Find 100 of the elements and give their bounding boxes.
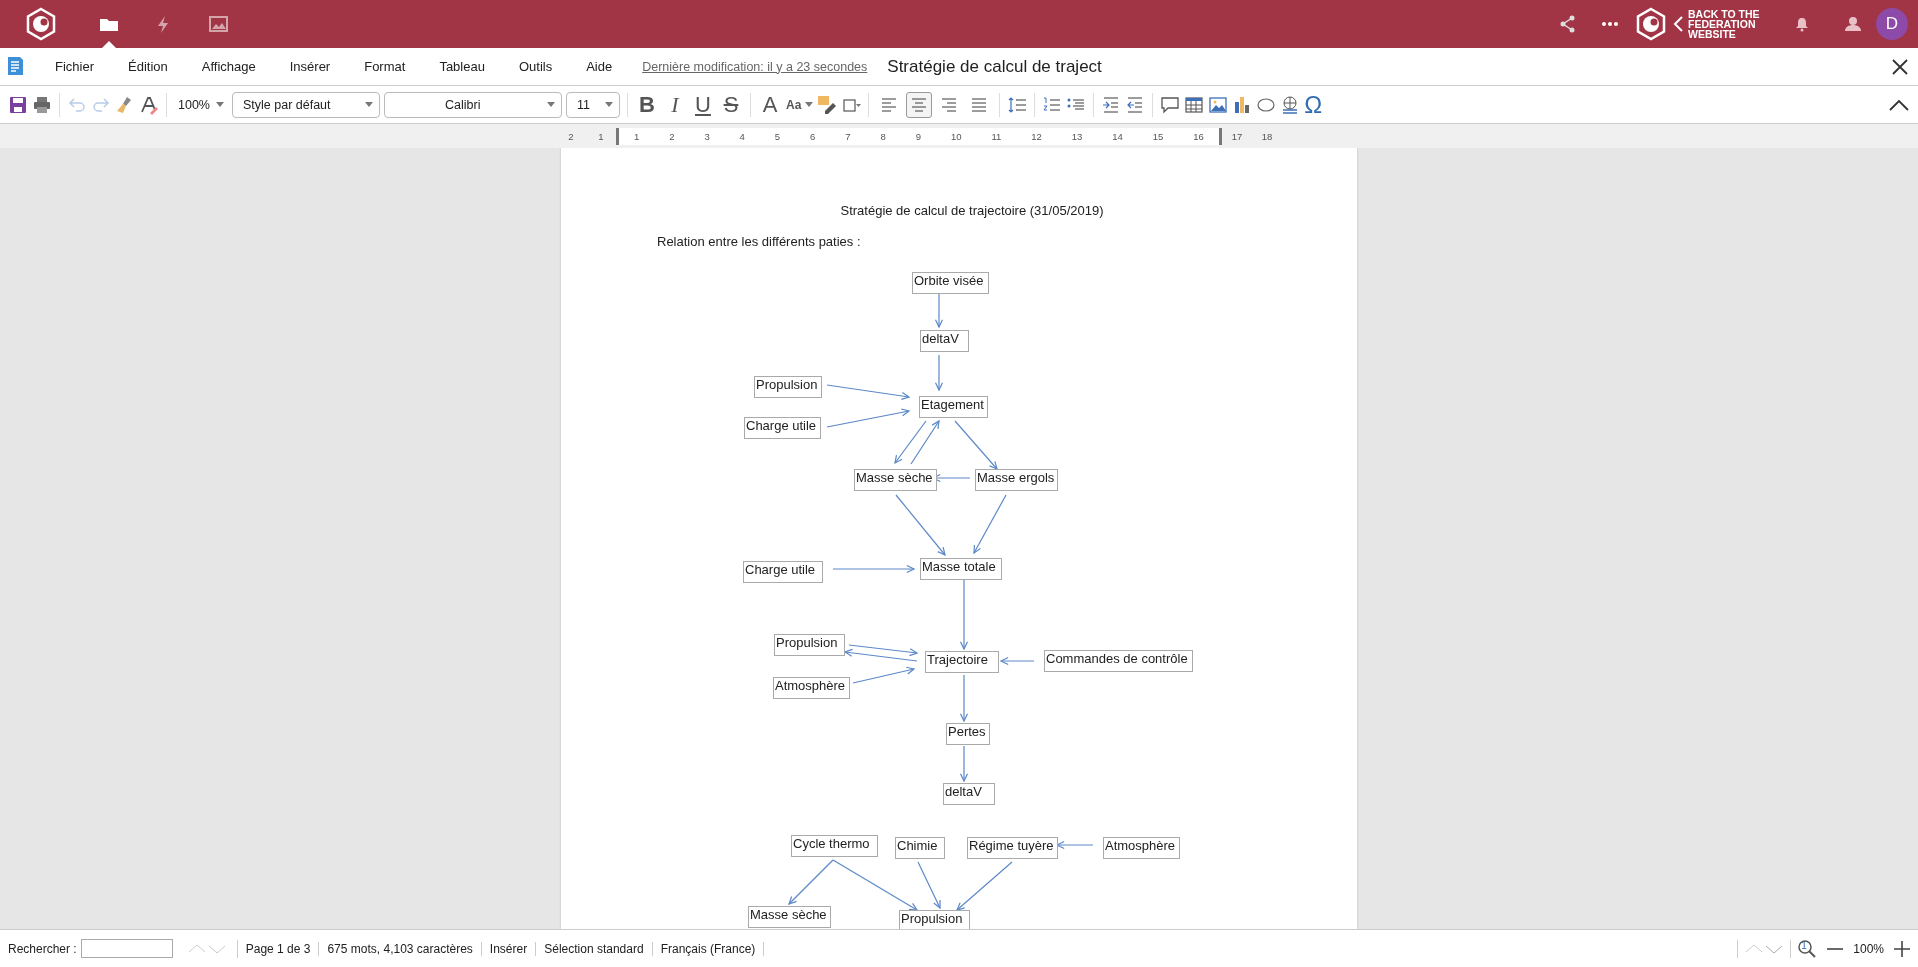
diagram-node: Cycle thermo [791, 835, 878, 857]
ruler-number: 10 [950, 130, 962, 142]
diagram-node: Propulsion [899, 910, 970, 929]
document-icon[interactable] [6, 56, 25, 77]
menu-item[interactable]: Aide [570, 59, 631, 74]
menu-item[interactable]: Insérer [273, 59, 349, 74]
connector-arrow [852, 666, 916, 684]
ruler-number: 5 [774, 130, 781, 142]
diagram-node: Commandes de contrôle [1044, 650, 1193, 672]
ruler-number: 16 [1193, 130, 1204, 142]
document-heading: Stratégie de calcul de trajectoire (31/05/2019) [839, 203, 1105, 218]
connector-arrow [954, 420, 998, 471]
ruler-number: 15 [1152, 130, 1164, 142]
diagram-node: deltaV [920, 330, 969, 352]
font-color-button[interactable]: A [758, 91, 782, 118]
hexagon-logo-icon[interactable] [24, 7, 58, 41]
ruler-number: 12 [1031, 130, 1042, 142]
change-case-button[interactable]: Aa [786, 97, 802, 112]
image-insert-icon[interactable] [1208, 94, 1229, 115]
menu-item[interactable]: Format [348, 59, 424, 74]
diagram-node: Etagement [919, 396, 988, 418]
menu-item[interactable]: Outils [502, 59, 571, 74]
ruler-number: 13 [1071, 130, 1083, 142]
connector-arrow [1055, 840, 1094, 850]
image-icon[interactable] [207, 14, 228, 34]
user-avatar[interactable]: D [1876, 8, 1908, 40]
underline-button[interactable]: U [691, 91, 715, 118]
special-character-button[interactable]: Ω [1304, 90, 1323, 119]
font-size-dropdown[interactable]: 11 [566, 91, 620, 118]
ruler-number: 3 [704, 130, 710, 142]
diagram-node: deltaV [943, 783, 995, 805]
connector-arrow [959, 579, 969, 651]
diagram-node: Masse sèche [748, 906, 831, 928]
diagram-node: Charge utile [744, 417, 821, 439]
ruler-number: 6 [810, 130, 816, 142]
ruler-number: 11 [991, 130, 1002, 142]
document-title[interactable]: Stratégie de calcul de traject [887, 56, 1102, 77]
status-item: Insérer [481, 941, 537, 956]
menu-item[interactable]: Édition [112, 59, 186, 74]
menu-item[interactable]: Affichage [185, 59, 274, 74]
strike-button[interactable]: S [719, 91, 743, 118]
status-item: Sélection standard [536, 941, 653, 956]
connector-arrow [973, 494, 1007, 555]
magnifier-icon [1797, 938, 1818, 959]
connector-arrow [959, 674, 969, 723]
zoom-fit-button[interactable]: 1 [1797, 938, 1818, 959]
zoom-dropdown[interactable]: 100% [174, 91, 228, 118]
hexagon-logo-icon[interactable] [1634, 7, 1668, 41]
diagram-node: Atmosphère [1103, 837, 1180, 859]
search-label: Rechercher : [8, 941, 77, 956]
diagram-node: Trajectoire [925, 651, 999, 673]
diagram-node: Charge utile [743, 561, 823, 583]
ruler-number: 8 [880, 130, 886, 142]
ruler-number: 2 [669, 130, 675, 142]
ruler-number: 4 [739, 130, 745, 142]
menu-item[interactable]: Tableau [423, 59, 503, 74]
federation-link[interactable]: BACK TO THE FEDERATION WEBSITE [1634, 7, 1768, 41]
table-icon[interactable] [1184, 94, 1205, 115]
status-item: Page 1 de 3 [237, 941, 320, 956]
diagram-node: Atmosphère [773, 677, 850, 699]
paragraph: Relation entre les différents paties : [657, 234, 862, 249]
clear-formatting-icon[interactable] [139, 94, 159, 115]
printer-icon[interactable] [32, 94, 52, 115]
menu-item[interactable]: Fichier [39, 59, 112, 74]
connector-arrow [955, 861, 1013, 911]
diagram-node: Propulsion [754, 376, 822, 398]
user-icon[interactable] [1842, 14, 1862, 34]
search-field[interactable] [80, 939, 173, 958]
ruler-number: 18 [1260, 130, 1274, 142]
status-item: 675 mots, 4,103 caractères [319, 941, 482, 956]
diagram-node: Pertes [946, 723, 990, 745]
save-icon[interactable] [8, 94, 28, 115]
connector-arrow [895, 494, 946, 557]
connector-arrow [934, 291, 944, 329]
highlighter-icon[interactable] [817, 94, 838, 115]
italic-button[interactable]: I [663, 91, 687, 118]
last-modified-link[interactable]: Dernière modification: il y a 23 secondes [642, 59, 868, 74]
font-dropdown[interactable]: Calibri [384, 91, 562, 118]
connector-arrow [959, 745, 969, 783]
connector-arrow [999, 656, 1035, 666]
comment-icon[interactable] [1160, 94, 1181, 115]
ruler-number: 9 [915, 130, 921, 142]
diagram-node: Orbite visée [912, 272, 989, 294]
align-center-button[interactable] [906, 91, 933, 118]
diagram-node: Chimie [895, 837, 945, 859]
diagram-node: Masse sèche [854, 469, 937, 491]
connector-arrow [934, 354, 944, 392]
ruler-number: 1 [633, 130, 640, 142]
diagram-node: Régime tuyère [967, 837, 1058, 859]
status-item: Français (France) [652, 941, 765, 956]
zoom-level: 100% [1853, 941, 1884, 956]
ruler-number: 1 [597, 130, 605, 142]
diagram-node: Masse totale [920, 558, 1002, 580]
connector-arrow [848, 644, 919, 657]
paragraph-style-dropdown[interactable]: Style par défaut [232, 91, 380, 118]
ruler-number: 7 [845, 130, 851, 142]
chevron-left-icon [1672, 14, 1684, 34]
bold-button[interactable]: B [635, 91, 659, 118]
close-icon[interactable] [1890, 56, 1910, 77]
zoom-in-icon[interactable] [1892, 938, 1912, 959]
